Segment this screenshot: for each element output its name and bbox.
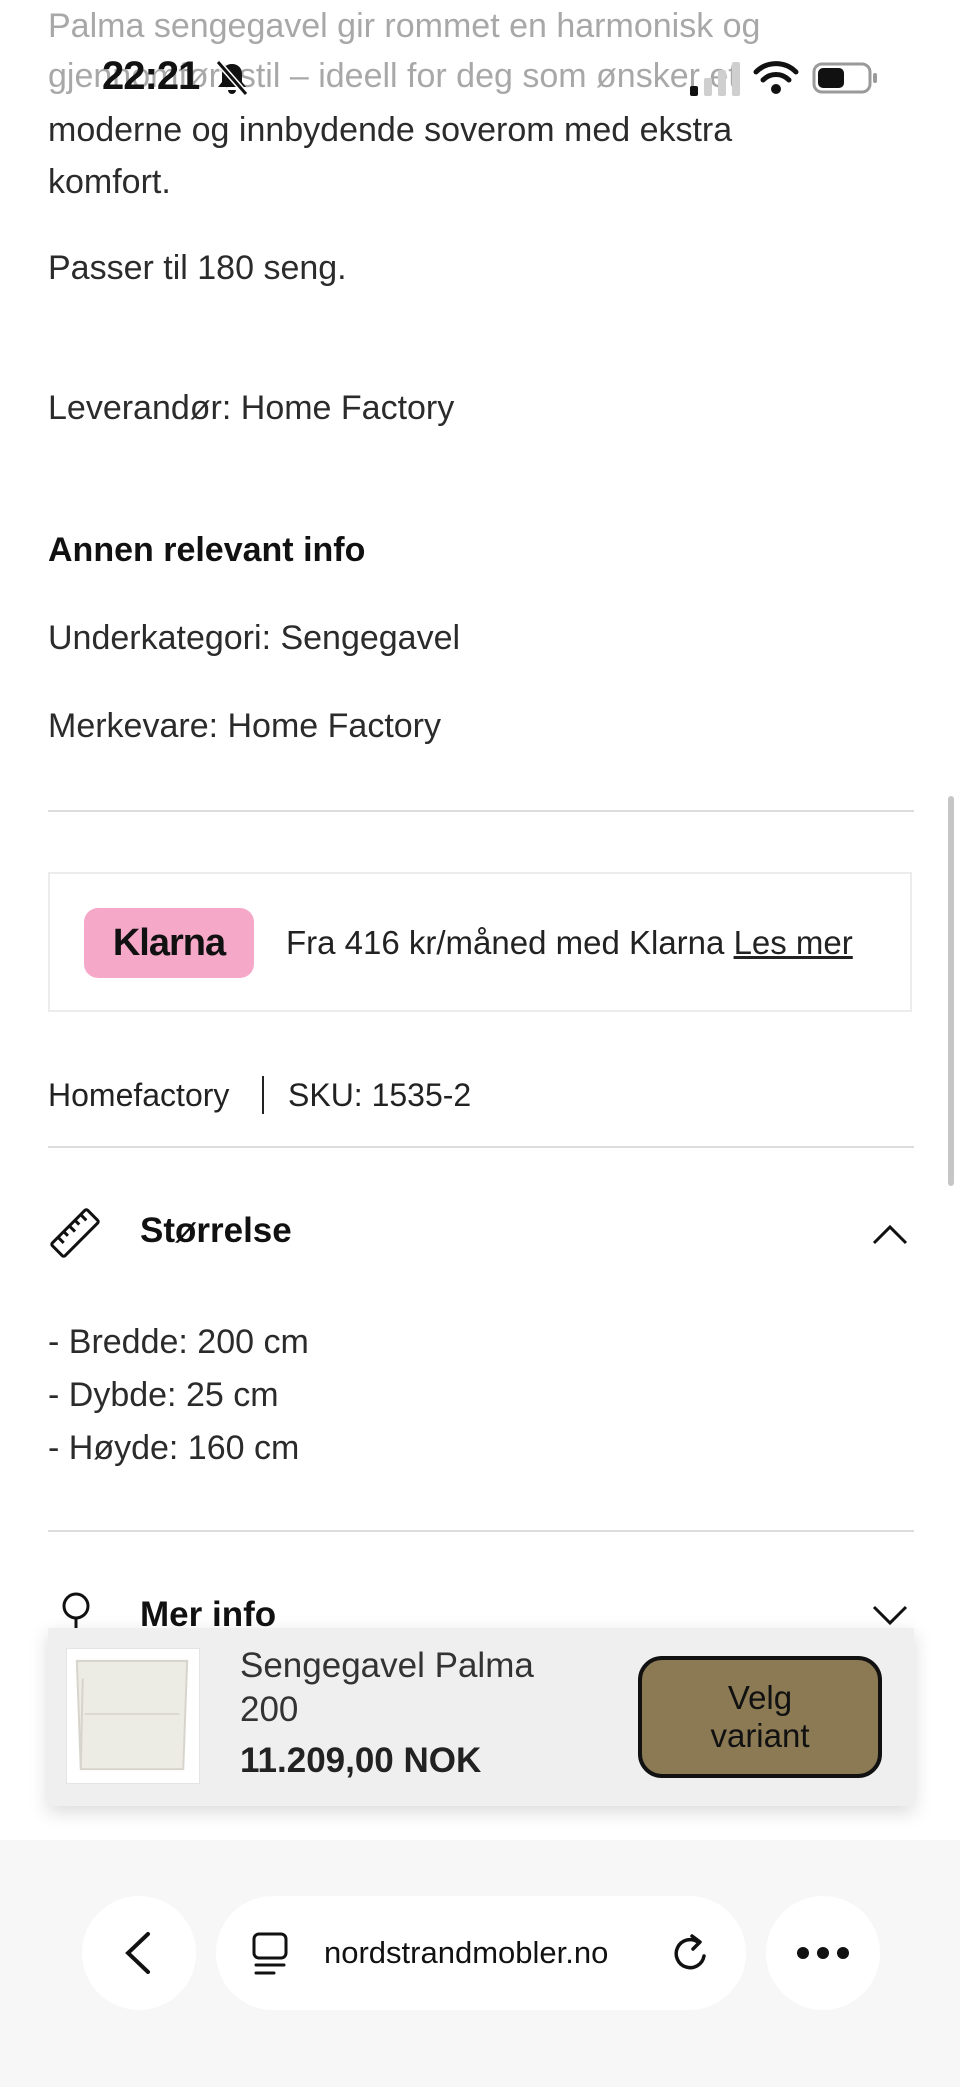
depth-line: - Dybde: 25 cm (48, 1376, 279, 1414)
subcategory-text: Underkategori: Sengegavel (48, 619, 461, 657)
size-section-title[interactable]: Størrelse (140, 1206, 292, 1256)
info-icon (62, 1592, 90, 1630)
divider (48, 1530, 914, 1532)
ellipsis-icon (797, 1947, 849, 1959)
ruler-icon (50, 1208, 100, 1258)
brand-text: Merkevare: Home Factory (48, 707, 441, 745)
signal-icon (690, 62, 740, 96)
bell-muted-icon (215, 60, 249, 96)
select-variant-button[interactable]: Velg variant (638, 1656, 882, 1778)
klarna-installment-text: Fra 416 kr/måned med Klarna (286, 924, 725, 961)
headboard-image (75, 1659, 189, 1771)
back-button[interactable] (82, 1896, 196, 2010)
klarna-text: Fra 416 kr/måned med Klarna Les mer (286, 920, 853, 966)
status-bar: 22:21 (0, 0, 960, 150)
width-line: - Bredde: 200 cm (48, 1323, 309, 1361)
more-options-button[interactable] (766, 1896, 880, 2010)
page-menu-icon[interactable] (250, 1932, 290, 1976)
url-text[interactable]: nordstrandmobler.no (324, 1932, 608, 1974)
chevron-up-icon[interactable] (872, 1222, 908, 1246)
product-thumbnail (66, 1648, 200, 1784)
wifi-icon (753, 61, 799, 94)
vendor-name: Homefactory (48, 1077, 230, 1113)
vendor-sku-separator (262, 1076, 264, 1114)
divider (48, 1146, 914, 1148)
battery-icon (812, 62, 877, 94)
divider (48, 810, 914, 812)
klarna-logo: Klarna (84, 908, 254, 978)
klarna-read-more-link[interactable]: Les mer (734, 924, 853, 961)
other-info-heading: Annen relevant info (48, 531, 366, 569)
chevron-left-icon (125, 1932, 150, 1974)
status-time: 22:21 (102, 54, 200, 98)
reload-icon[interactable] (670, 1930, 714, 1976)
size-details: - Bredde: 200 cm - Dybde: 25 cm - Høyde:… (48, 1316, 309, 1475)
sku-text: SKU: 1535-2 (288, 1077, 472, 1113)
product-price: 11.209,00 NOK (240, 1741, 482, 1780)
fits-text: Passer til 180 seng. (48, 249, 347, 287)
chevron-down-icon[interactable] (872, 1604, 908, 1628)
select-variant-label: Velg variant (710, 1679, 810, 1754)
product-name: Sengegavel Palma 200 (240, 1646, 534, 1729)
description-line-4: komfort. (48, 163, 171, 201)
scrollbar[interactable] (948, 796, 954, 1186)
height-line: - Høyde: 160 cm (48, 1429, 300, 1467)
supplier-text: Leverandør: Home Factory (48, 389, 455, 427)
